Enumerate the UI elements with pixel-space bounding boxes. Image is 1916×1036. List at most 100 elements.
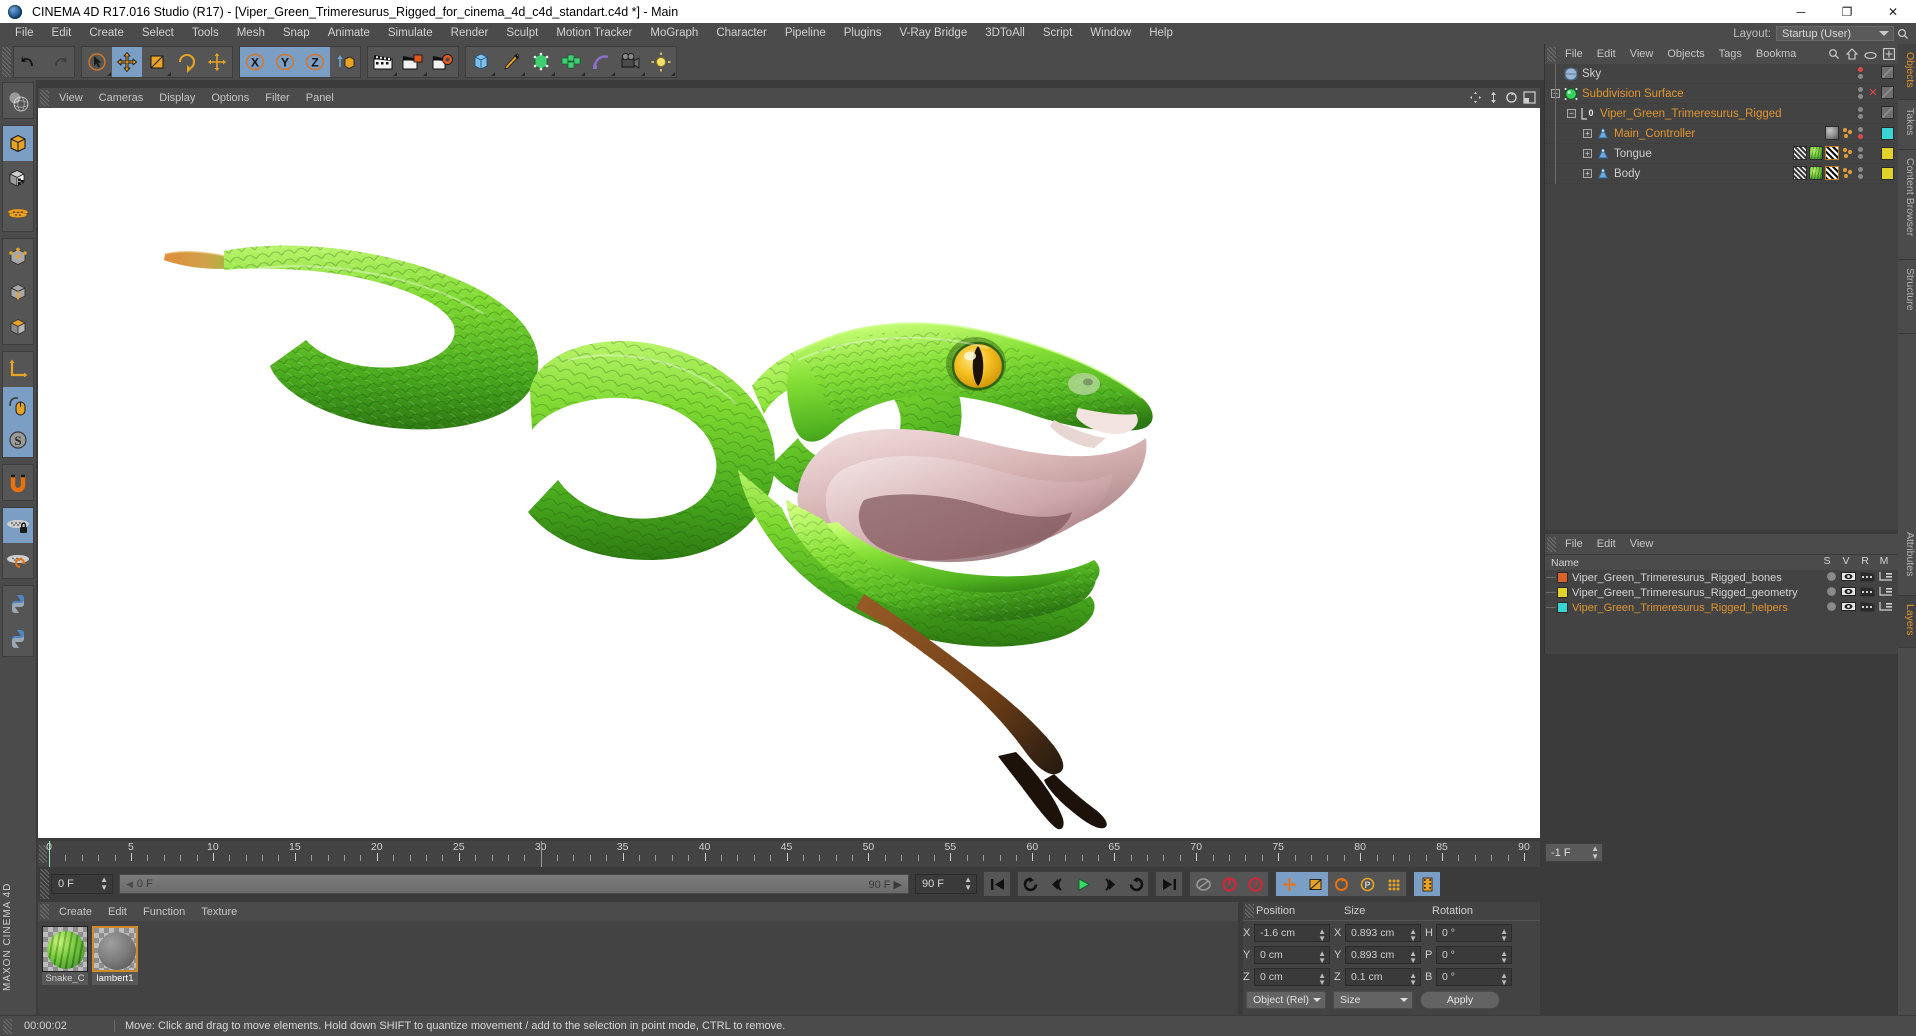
sky-sphere-icon[interactable] [1564,67,1578,81]
live-selection-button[interactable] [82,47,112,77]
spinner-icon[interactable]: ▲ ▼ [1318,928,1326,943]
viewport-canvas[interactable] [38,108,1540,838]
animbar-grip[interactable] [40,869,49,899]
menu-render[interactable]: Render [442,23,498,44]
object-manager-grip[interactable] [1547,46,1556,62]
size-z-input[interactable]: 0.1 cm ▲ ▼ [1345,968,1421,987]
om-menu-view[interactable]: View [1623,48,1661,60]
maximize-button[interactable]: ❐ [1824,0,1870,23]
timeline-ruler[interactable]: 051015202530354045505560657075808590 [38,841,1540,867]
tag-weight-icon[interactable] [1841,166,1855,180]
layer-color-chip[interactable] [1881,126,1894,140]
layer-name[interactable]: Viper_Green_Trimeresurus_Rigged_geometry [1572,587,1798,599]
play-forward-button[interactable] [1070,872,1096,896]
tab-content-browser[interactable]: Content Browser [1898,150,1916,260]
rotation-p-input[interactable]: 0 ° ▲ ▼ [1436,946,1512,965]
viewport-menu-options[interactable]: Options [203,92,257,104]
menu-tools[interactable]: Tools [183,23,228,44]
tab-structure[interactable]: Structure [1898,260,1916,334]
tag-phong-icon[interactable] [1825,126,1839,140]
size-mode-dropdown[interactable]: Size [1333,991,1413,1009]
spinner-icon[interactable]: ▲ ▼ [1500,928,1508,943]
viewport-menu-panel[interactable]: Panel [298,92,342,104]
make-editable-button[interactable] [3,83,33,118]
menu-create[interactable]: Create [80,23,133,44]
visibility-dot[interactable] [1858,86,1863,92]
layer-solo-toggle[interactable] [1826,571,1837,585]
points-mode-button[interactable] [3,239,33,274]
render-region-button[interactable] [398,47,428,77]
joint-blue-icon[interactable] [1596,127,1610,141]
visibility-dot[interactable] [1858,73,1863,79]
lm-menu-view[interactable]: View [1623,538,1661,550]
material-menu-create[interactable]: Create [51,906,100,918]
tag-weight-icon[interactable] [1841,146,1855,160]
record-rotation-button[interactable] [1328,872,1354,896]
tag-texture-icon[interactable] [1825,166,1839,180]
layer-name[interactable]: Viper_Green_Trimeresurus_Rigged_bones [1572,572,1782,584]
menu-motion-tracker[interactable]: Motion Tracker [547,23,641,44]
plus-box-icon[interactable] [1883,47,1895,65]
add-spline-button[interactable] [496,47,526,77]
record-active-objects-button[interactable] [1216,872,1242,896]
menu-simulate[interactable]: Simulate [379,23,442,44]
position-x-input[interactable]: -1.6 cm ▲ ▼ [1254,924,1330,943]
menu-pipeline[interactable]: Pipeline [776,23,835,44]
scale-tool-button[interactable] [142,47,172,77]
tag-uvw-icon[interactable] [1793,146,1807,160]
layer-row[interactable]: — Viper_Green_Trimeresurus_Rigged_geometr… [1545,585,1898,600]
material-grip[interactable] [40,904,49,919]
polygons-mode-button[interactable] [3,309,33,344]
tag-weight-icon[interactable] [1841,126,1855,140]
menu-window[interactable]: Window [1081,23,1140,44]
layer-color-chip[interactable] [1881,86,1894,99]
expand-icon[interactable]: + [1583,169,1592,178]
texture-mode-button[interactable] [3,161,33,196]
lock-z-button[interactable]: Z [300,47,330,77]
om-menu-bookmarks[interactable]: Bookma [1749,48,1797,60]
model-mode-button[interactable] [3,126,33,161]
spinner-icon[interactable]: ▲ ▼ [1409,928,1417,943]
layer-color-swatch[interactable] [1557,587,1568,598]
spinner-icon[interactable]: ▲ ▼ [1318,972,1326,987]
render-settings-button[interactable] [428,47,458,77]
layer-manager-toggle[interactable] [1879,601,1894,615]
object-name[interactable]: Main_Controller [1614,128,1695,140]
disable-marker-icon[interactable]: ✕ [1868,87,1878,98]
time-slider[interactable]: ◀ 0 F 90 F ▶ [119,874,909,894]
viewport-grip[interactable] [40,90,49,106]
home-icon[interactable] [1845,47,1859,65]
visibility-dot[interactable] [1858,167,1863,172]
visibility-dot[interactable] [1858,66,1863,72]
tab-takes[interactable]: Takes [1898,100,1916,150]
collapse-icon[interactable]: − [1567,109,1576,118]
menu-vray-bridge[interactable]: V-Ray Bridge [890,23,976,44]
search-icon[interactable] [1894,28,1912,40]
workplane-rotate-button[interactable] [3,543,33,578]
toolbar-grip[interactable] [2,47,11,77]
layer-manager-toggle[interactable] [1879,586,1894,600]
expand-icon[interactable]: + [1583,149,1592,158]
object-row[interactable]: Sky [1545,64,1898,84]
search-icon[interactable] [1828,47,1840,65]
material-item-lambert[interactable]: lambert1 [92,926,138,1010]
pan-icon[interactable] [1469,91,1482,109]
menu-mograph[interactable]: MoGraph [641,23,707,44]
snap-s-button[interactable]: S [3,422,33,457]
tag-uvw-icon[interactable] [1793,166,1807,180]
layer-render-toggle[interactable] [1860,586,1875,600]
close-button[interactable]: ✕ [1870,0,1916,23]
world-axis-button[interactable] [3,352,33,387]
polygon-mesh-button[interactable] [3,196,33,231]
next-frame-button[interactable] [1096,872,1122,896]
menu-animate[interactable]: Animate [319,23,379,44]
object-tree[interactable]: Sky − Subdivision Surface ✕ − 0 Viper_Green_Tr… [1545,64,1898,184]
visibility-dot[interactable] [1858,93,1863,99]
layout-dropdown[interactable]: Startup (User) [1776,26,1894,41]
viewport-mouse-button[interactable] [3,387,33,422]
add-generator-button[interactable] [526,47,556,77]
material-menu-function[interactable]: Function [135,906,193,918]
orbit-icon[interactable] [1505,91,1518,109]
layer-color-swatch[interactable] [1557,572,1568,583]
visibility-dot[interactable] [1858,134,1863,139]
